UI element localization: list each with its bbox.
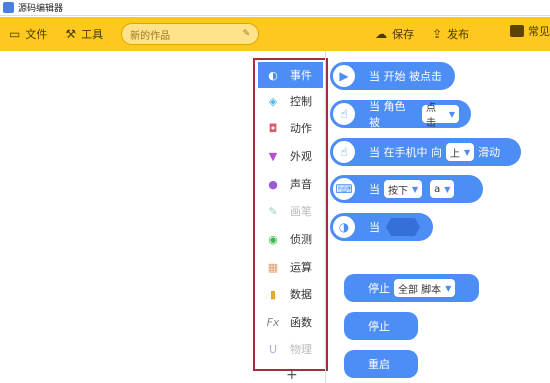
help-label: 常见 — [528, 25, 550, 38]
dropdown-value: 点击 — [426, 103, 437, 129]
title-bar: 源码编辑器 — [0, 0, 550, 16]
key-dropdown[interactable]: a ▼ — [430, 180, 455, 198]
project-name-text: 新的作品 — [130, 30, 171, 42]
help-icon — [510, 25, 524, 37]
hand-pointer-icon: ☝ — [330, 138, 358, 166]
save-label: 保存 — [392, 28, 415, 41]
category-operators[interactable]: ▦ 运算 — [258, 254, 323, 280]
category-data[interactable]: ▮ 数据 — [258, 281, 323, 307]
category-pen[interactable]: ✎ 画笔 — [258, 198, 323, 224]
block-text: 停止 — [368, 282, 390, 295]
block-text: 滑动 — [478, 146, 501, 159]
window-title: 源码编辑器 — [18, 4, 64, 14]
pen-icon: ✎ — [268, 204, 278, 218]
monster-icon: ◘ — [268, 121, 278, 135]
dropdown-value: 按下 — [388, 185, 408, 197]
hand-pointer-icon: ☝ — [330, 100, 358, 128]
condition-slot[interactable] — [386, 218, 420, 236]
swipe-direction-dropdown[interactable]: 上 ▼ — [446, 143, 475, 161]
category-label: 声音 — [290, 178, 312, 191]
toggle-icon: ◐ — [268, 68, 278, 82]
pencil-icon: ✎ — [242, 29, 251, 39]
keyboard-icon: ⌨ — [330, 175, 358, 203]
tools-menu-button[interactable]: ⚒ 工具 — [65, 26, 103, 42]
category-events[interactable]: ◐ 事件 — [258, 62, 323, 88]
chevron-down-icon: ▼ — [412, 184, 419, 194]
publish-icon: ⇪ — [432, 27, 443, 41]
project-name-input[interactable]: 新的作品 ✎ — [121, 23, 260, 45]
bars-icon: ▮ — [269, 287, 277, 301]
category-looks[interactable]: ▼ 外观 — [258, 143, 323, 169]
block-text: 重启 — [368, 358, 390, 371]
chevron-down-icon: ▼ — [445, 283, 452, 293]
dropdown-value: a — [434, 183, 441, 195]
magnet-icon: U — [268, 342, 278, 356]
sprite-event-dropdown[interactable]: 点击 ▼ — [422, 103, 459, 129]
category-sound[interactable]: ● 声音 — [258, 171, 323, 197]
chevron-down-icon: ▼ — [464, 147, 471, 157]
block-text: 当 在手机中 向 — [369, 146, 442, 159]
sensor-icon: ◑ — [330, 213, 358, 241]
category-label: 外观 — [290, 150, 312, 163]
radar-icon: ◉ — [268, 232, 278, 246]
fx-icon: Fx — [266, 315, 280, 329]
block-text: 停止 — [368, 320, 390, 333]
chevron-down-icon: ▼ — [448, 109, 455, 119]
category-label: 控制 — [290, 95, 312, 108]
app-icon — [3, 2, 14, 13]
tools-label: 工具 — [81, 28, 104, 41]
category-label: 事件 — [290, 69, 312, 82]
category-label: 运算 — [290, 261, 312, 274]
toolbar: ▭ 文件 ⚒ 工具 新的作品 ✎ ☁ 保存 ⇪ 发布 常见 — [0, 17, 550, 51]
file-menu-button[interactable]: ▭ 文件 — [9, 26, 47, 42]
publish-label: 发布 — [447, 28, 470, 41]
stop-target-dropdown[interactable]: 全部 脚本 ▼ — [394, 279, 456, 297]
flag-icon: ▶ — [330, 62, 358, 90]
category-physics[interactable]: U 物理 — [258, 336, 323, 362]
category-control[interactable]: ◈ 控制 — [258, 88, 323, 114]
add-extension-icon[interactable]: + — [286, 367, 298, 383]
category-label: 物理 — [290, 343, 312, 356]
wrench-icon: ⚒ — [65, 27, 77, 41]
when-phone-swipe-block[interactable]: 当 在手机中 向 上 ▼ 滑动 — [333, 138, 521, 166]
category-label: 函数 — [290, 316, 312, 329]
help-button[interactable]: 常见 — [510, 23, 550, 39]
block-text: 当 — [369, 183, 380, 196]
blocks-panel-divider — [325, 51, 326, 383]
category-label: 画笔 — [290, 205, 312, 218]
block-text: 当 — [369, 221, 380, 234]
dropdown-value: 上 — [450, 148, 460, 160]
gamepad-icon: ◈ — [268, 94, 278, 108]
category-motion[interactable]: ◘ 动作 — [258, 115, 323, 141]
category-functions[interactable]: Fx 函数 — [258, 309, 323, 335]
stage-area — [0, 51, 258, 383]
publish-button[interactable]: ⇪ 发布 — [432, 26, 469, 42]
key-action-dropdown[interactable]: 按下 ▼ — [384, 180, 423, 198]
category-label: 动作 — [290, 122, 312, 135]
folder-icon: ▭ — [9, 27, 21, 41]
save-button[interactable]: ☁ 保存 — [375, 26, 414, 42]
stop-script-block[interactable]: 停止 全部 脚本 ▼ — [344, 274, 479, 302]
calc-icon: ▦ — [267, 260, 279, 274]
category-label: 数据 — [290, 288, 312, 301]
stop-block[interactable]: 停止 — [344, 312, 418, 340]
chevron-down-icon: ▼ — [444, 184, 451, 194]
restart-block[interactable]: 重启 — [344, 350, 418, 378]
dropdown-value: 全部 脚本 — [398, 284, 442, 296]
cloud-save-icon: ☁ — [375, 27, 388, 41]
block-text: 当 角色 被 — [369, 100, 406, 129]
shirt-icon: ▼ — [268, 149, 278, 163]
category-sensing[interactable]: ◉ 侦测 — [258, 226, 323, 252]
file-label: 文件 — [25, 28, 48, 41]
mic-icon: ● — [268, 177, 278, 191]
block-text: 当 开始 被点击 — [369, 70, 442, 83]
category-label: 侦测 — [290, 233, 312, 246]
